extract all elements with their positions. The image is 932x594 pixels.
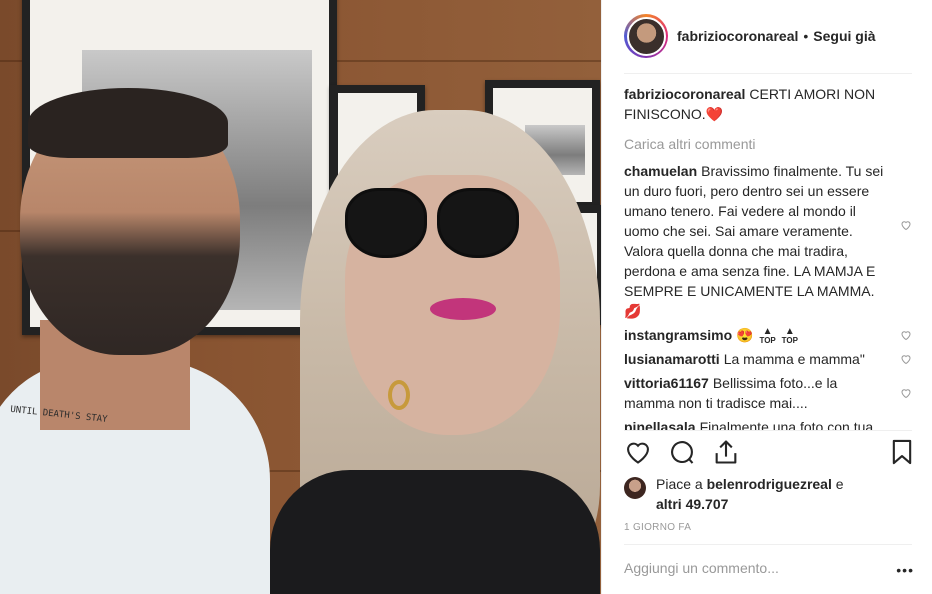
comment-item: chamuelan Bravissimo finalmente. Tu sei u… xyxy=(624,161,914,321)
comments-list[interactable]: fabriziocoronareal CERTI AMORI NON FINISC… xyxy=(624,84,914,430)
caption-username[interactable]: fabriziocoronareal xyxy=(624,86,745,102)
add-comment-input[interactable] xyxy=(624,560,894,576)
avatar[interactable] xyxy=(624,14,668,58)
post-caption: fabriziocoronareal CERTI AMORI NON FINISC… xyxy=(624,84,914,124)
small-heart-icon[interactable] xyxy=(900,329,912,341)
share-icon[interactable] xyxy=(712,438,740,466)
comment-icon[interactable] xyxy=(668,438,696,466)
comment-text: La mamma e mamma" xyxy=(723,351,865,368)
follow-button[interactable]: Segui già xyxy=(813,28,875,44)
earring xyxy=(388,380,410,410)
post-photo[interactable]: UNTIL DEATH'S STAY xyxy=(0,0,601,594)
comment-username[interactable]: pinellasala xyxy=(624,419,696,430)
header-username[interactable]: fabriziocoronareal xyxy=(677,28,798,44)
kiss-emoji: 💋 xyxy=(624,303,642,319)
small-heart-icon[interactable] xyxy=(900,219,912,231)
comment-item: instangramsimo 😍 ▲ TOP ▲ TOP xyxy=(624,325,914,345)
instagram-post: UNTIL DEATH'S STAY fabriziocoronareal • … xyxy=(0,0,932,594)
woman-lips xyxy=(430,298,496,320)
post-timestamp[interactable]: 1 GIORNO FA xyxy=(624,522,691,533)
actions-divider xyxy=(624,430,912,431)
liker-avatar[interactable] xyxy=(624,477,646,499)
comment-item: pinellasalaFinalmente una foto con tua m… xyxy=(624,417,914,430)
likes-count[interactable]: altri 49.707 xyxy=(656,496,728,512)
man-hair xyxy=(28,88,228,158)
comment-username[interactable]: lusianamarotti xyxy=(624,351,720,367)
post-header: fabriziocoronareal • Segui già xyxy=(624,12,924,60)
sunglasses xyxy=(345,188,519,270)
likes-summary[interactable]: Piace a belenrodriguezreal e altri 49.70… xyxy=(624,474,916,516)
top-emoji: ▲ TOP xyxy=(781,326,798,346)
top-emoji: ▲ TOP xyxy=(759,326,776,346)
comment-username[interactable]: instangramsimo xyxy=(624,327,732,343)
bookmark-icon[interactable] xyxy=(888,438,916,466)
load-more-comments[interactable]: Carica altri commenti xyxy=(624,136,914,152)
comment-text: Bravissimo finalmente. Tu sei un duro fu… xyxy=(624,163,884,299)
comment-username[interactable]: vittoria61167 xyxy=(624,375,709,391)
avatar-image xyxy=(626,16,666,56)
small-heart-icon[interactable] xyxy=(900,353,912,365)
comment-username[interactable]: chamuelan xyxy=(624,163,697,179)
comment-item: lusianamarotti La mamma e mamma" xyxy=(624,349,914,369)
header-separator: • xyxy=(803,28,809,44)
red-heart-emoji: ❤️ xyxy=(705,106,724,122)
liker-username[interactable]: belenrodriguezreal xyxy=(707,476,832,492)
comment-divider xyxy=(624,544,912,545)
woman-top xyxy=(270,470,600,594)
small-heart-icon[interactable] xyxy=(900,387,912,399)
heart-icon[interactable] xyxy=(624,438,652,466)
heart-eyes-emoji: 😍 xyxy=(736,327,754,343)
header-divider xyxy=(624,73,912,74)
likes-text: Piace a belenrodriguezreal e altri 49.70… xyxy=(656,476,844,512)
action-bar xyxy=(624,438,916,468)
post-side-panel: fabriziocoronareal • Segui già fabrizioc… xyxy=(601,0,932,594)
comment-item: vittoria61167 Bellissima foto...e la mamm… xyxy=(624,373,914,413)
more-options-icon[interactable]: ••• xyxy=(896,562,914,578)
